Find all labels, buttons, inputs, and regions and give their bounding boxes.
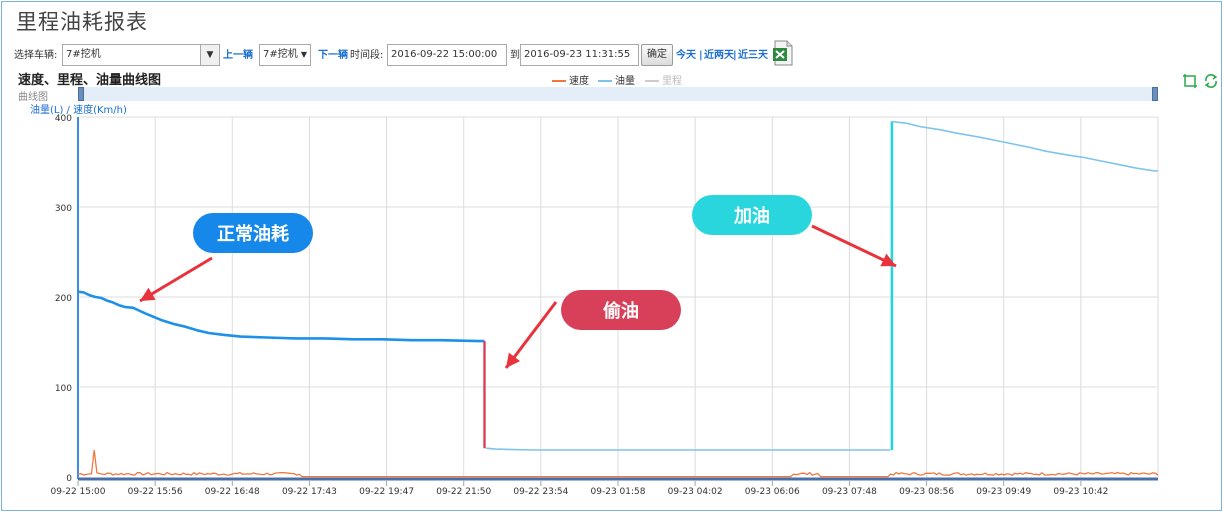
x-tick-label: 09-22 15:56 [128, 487, 183, 497]
x-tick-label: 09-22 16:48 [205, 487, 260, 497]
y-tick-label: 0 [66, 474, 72, 484]
x-tick-label: 09-22 19:47 [359, 487, 414, 497]
annotation-label: 加油 [733, 205, 770, 227]
x-tick-label: 09-23 01:58 [591, 487, 646, 497]
x-tick-label: 09-23 08:56 [899, 487, 954, 497]
x-tick-label: 09-22 21:50 [436, 487, 491, 497]
y-tick-label: 300 [55, 204, 72, 214]
y-tick-label: 100 [55, 384, 72, 394]
annotation-label: 正常油耗 [217, 223, 289, 245]
annotation-label: 偷油 [603, 300, 639, 322]
x-tick-label: 09-23 04:02 [668, 487, 723, 497]
x-tick-label: 09-22 17:43 [282, 487, 337, 497]
x-tick-label: 09-23 09:49 [976, 487, 1031, 497]
y-tick-label: 200 [55, 294, 72, 304]
x-tick-label: 09-22 15:00 [51, 487, 106, 497]
x-tick-label: 09-23 10:42 [1053, 487, 1108, 497]
y-tick-label: 400 [55, 114, 72, 124]
x-tick-label: 09-22 23:54 [513, 487, 568, 497]
x-tick-label: 09-23 07:48 [822, 487, 877, 497]
x-tick-label: 09-23 06:06 [745, 487, 800, 497]
fuel-speed-chart: 09-22 15:00 09-22 15:56 09-22 16:48 09-22 1… [51, 114, 1159, 497]
